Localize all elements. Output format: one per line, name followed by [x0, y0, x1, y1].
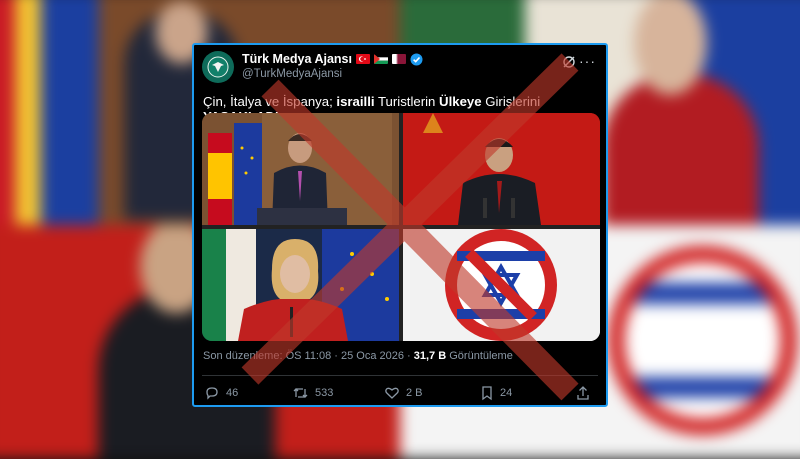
tweet-timestamp[interactable]: ÖS 11:08 · 25 Oca 2026 · [286, 350, 414, 362]
reply-button[interactable]: 46 [204, 385, 238, 401]
tweet-text-part: Turistlerin [374, 94, 440, 109]
tweet-meta: Son düzenleme: ÖS 11:08 · 25 Oca 2026 · … [203, 350, 513, 362]
eagle-logo-icon [207, 56, 229, 78]
media-spain-photo[interactable] [202, 113, 399, 225]
tweet-text-part: Çin, İtalya ve İspanya; [203, 94, 337, 109]
account-name[interactable]: Türk Medya Ajansı [242, 52, 352, 66]
tweet-card[interactable]: Türk Medya Ajansı @TurkMedyaAjansi ··· Ç… [192, 43, 608, 407]
qatar-flag-icon [392, 54, 406, 64]
reply-count: 46 [226, 387, 239, 399]
like-button[interactable]: 2 B [384, 385, 423, 401]
share-icon [577, 386, 589, 400]
tweet-text-bold: Ülkeye [439, 94, 482, 109]
bookmark-button[interactable]: 24 [480, 385, 512, 401]
divider [202, 375, 598, 376]
view-count-label: Görüntüleme [446, 350, 513, 362]
bookmark-icon [482, 386, 492, 401]
tweet-text-part: Girişlerini [481, 94, 541, 109]
repost-icon [293, 388, 308, 398]
verified-badge-icon [410, 53, 423, 65]
heart-icon [385, 387, 399, 399]
turkey-flag-icon [356, 54, 370, 64]
share-button[interactable] [576, 385, 590, 401]
grok-icon[interactable] [562, 55, 576, 74]
tweet-text-bold: israilli [336, 94, 375, 109]
edited-label[interactable]: Son düzenleme: [203, 350, 283, 362]
media-italy-photo[interactable] [202, 229, 399, 341]
tweet-media-grid[interactable] [202, 113, 600, 341]
tweet-header: Türk Medya Ajansı @TurkMedyaAjansi ··· [202, 51, 598, 85]
tweet-actions: 46 533 2 B 24 [204, 385, 596, 405]
media-ban-sign-photo[interactable] [403, 229, 600, 341]
palestine-flag-icon [374, 54, 388, 64]
view-count: 31,7 B [413, 350, 447, 362]
repost-count: 533 [315, 387, 334, 399]
bookmark-count: 24 [500, 387, 513, 399]
more-options-icon[interactable]: ··· [579, 53, 596, 69]
like-count: 2 B [406, 387, 423, 399]
avatar[interactable] [202, 51, 234, 83]
repost-button[interactable]: 533 [292, 385, 333, 401]
reply-icon [206, 387, 218, 400]
media-china-photo[interactable] [403, 113, 600, 225]
account-handle[interactable]: @TurkMedyaAjansi [242, 68, 423, 80]
